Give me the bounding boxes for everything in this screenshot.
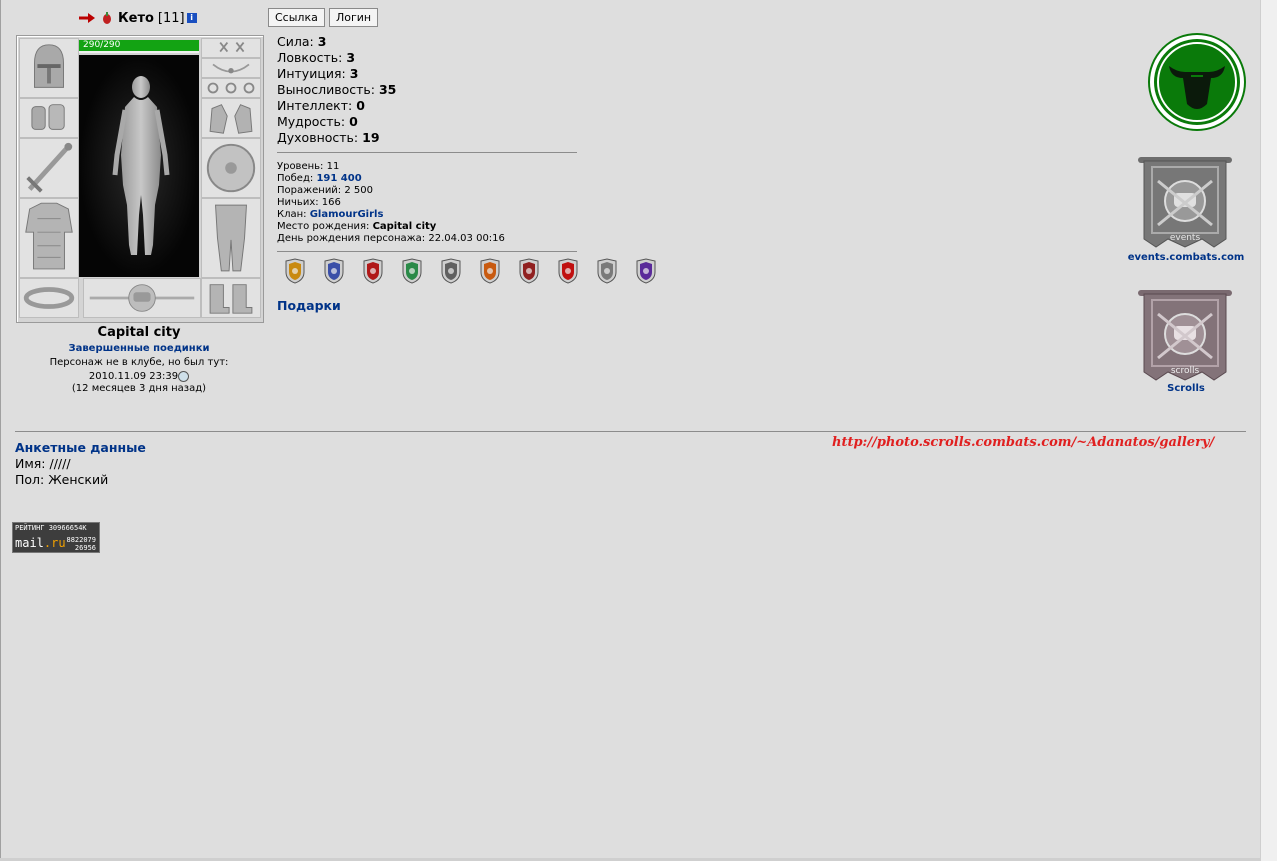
bracers-icon xyxy=(31,104,65,130)
gloves-slot[interactable] xyxy=(201,98,261,138)
leggings-icon xyxy=(215,204,247,272)
gloves-icon xyxy=(209,104,253,134)
stat-wisdom: Мудрость: 0 xyxy=(277,114,358,129)
bull-emblem-icon[interactable] xyxy=(1147,32,1247,132)
badge-icon[interactable] xyxy=(478,258,502,284)
scrollbar-track[interactable] xyxy=(1260,0,1277,861)
mailru-logo: mail.ru xyxy=(15,536,66,550)
info-birthplace: Место рождения: Capital city xyxy=(277,221,437,232)
character-portrait xyxy=(79,55,199,277)
fist-emblem-icon xyxy=(89,284,195,312)
info-birthday: День рождения персонажа: 22.04.03 00:16 xyxy=(277,233,505,244)
scrolls-banner-text: scrolls xyxy=(1171,366,1200,376)
helmet-slot[interactable] xyxy=(19,38,79,98)
login-button[interactable]: Логин xyxy=(329,8,379,27)
last-seen-date: 2010.11.09 23:39 xyxy=(88,371,179,382)
armor-icon xyxy=(25,202,73,270)
character-info: Уровень: 11 Побед: 191 400 Поражений: 2 … xyxy=(277,161,505,245)
amulet-slot[interactable] xyxy=(201,58,261,78)
alignment-icon xyxy=(103,12,111,24)
earrings-icon xyxy=(219,42,245,53)
leggings-slot[interactable] xyxy=(201,198,261,278)
stat-spirituality: Духовность: 19 xyxy=(277,130,380,145)
weapon-slot[interactable] xyxy=(19,138,79,198)
character-city: Capital city xyxy=(97,325,181,340)
gifts-link[interactable]: Подарки xyxy=(277,298,341,313)
stat-endurance: Выносливость: 35 xyxy=(277,82,397,97)
divider xyxy=(15,431,1246,432)
counter-numbers: 8822079 26956 xyxy=(66,536,96,552)
profile-title: Анкетные данные xyxy=(15,440,146,455)
stat-intellect: Интеллект: 0 xyxy=(277,98,365,113)
last-seen-ago: (12 месяцев 3 дня назад) xyxy=(71,383,207,394)
counter-brand-a: mail xyxy=(15,536,44,550)
events-link[interactable]: events.combats.com xyxy=(1110,252,1262,263)
badge-icon[interactable] xyxy=(361,258,385,284)
divider xyxy=(277,251,577,252)
mailru-rating-counter[interactable]: РЕЙТИНГ 30966654К mail.ru 8822079 26956 xyxy=(12,522,100,553)
info-wins: Побед: 191 400 xyxy=(277,173,362,184)
info-level: Уровень: 11 xyxy=(277,161,340,172)
character-nick: Кето xyxy=(118,10,154,26)
amulet-icon xyxy=(212,63,250,74)
profile-name: Имя: ///// xyxy=(15,456,71,471)
belt-slot[interactable] xyxy=(19,278,79,318)
finished-battles-link[interactable]: Завершенные поединки xyxy=(16,343,262,354)
belt-icon xyxy=(23,287,75,309)
stat-strength: Сила: 3 xyxy=(277,34,327,49)
counter-brand-b: .ru xyxy=(43,536,66,550)
gallery-link[interactable]: http://photo.scrolls.combats.com/~Adanat… xyxy=(832,435,1214,450)
page-border-left xyxy=(0,0,1,861)
character-level: [11] xyxy=(157,10,185,26)
stat-agility: Ловкость: 3 xyxy=(277,50,356,65)
clan-link[interactable]: GlamourGirls xyxy=(310,209,384,220)
shield-icon xyxy=(206,143,256,193)
armor-slot[interactable] xyxy=(19,198,79,278)
sword-icon xyxy=(26,142,73,193)
stats-list: Сила: 3 Ловкость: 3 Интуиция: 3 Вынослив… xyxy=(277,34,396,146)
badge-icon[interactable] xyxy=(634,258,658,284)
counter-rating: РЕЙТИНГ 30966654К xyxy=(15,524,87,532)
scrolls-banner-icon[interactable]: scrolls xyxy=(1134,288,1236,384)
info-losses: Поражений: 2 500 xyxy=(277,185,374,196)
mana-bar xyxy=(79,51,199,53)
badge-icon[interactable] xyxy=(283,258,307,284)
stat-intuition: Интуиция: 3 xyxy=(277,66,359,81)
info-icon[interactable]: i xyxy=(186,13,197,23)
character-header: Кето [11] i xyxy=(78,8,197,28)
info-clan: Клан: GlamourGirls xyxy=(277,209,384,220)
scrolls-link[interactable]: Scrolls xyxy=(1110,383,1262,394)
events-banner-text: events xyxy=(1170,233,1201,243)
last-seen: 2010.11.09 23:39 xyxy=(16,371,262,382)
badge-icon[interactable] xyxy=(517,258,541,284)
badge-icon[interactable] xyxy=(439,258,463,284)
shield-slot[interactable] xyxy=(201,138,261,198)
boots-icon xyxy=(209,284,253,314)
profile-sex: Пол: Женский xyxy=(15,472,109,487)
rings-slot[interactable] xyxy=(201,78,261,98)
link-button[interactable]: Ссылка xyxy=(268,8,325,27)
arrow-right-icon[interactable] xyxy=(78,12,96,24)
badge-icon[interactable] xyxy=(322,258,346,284)
badge-icon[interactable] xyxy=(595,258,619,284)
presence-status: Персонаж не в клубе, но был тут: xyxy=(49,357,229,368)
badge-icon[interactable] xyxy=(400,258,424,284)
clock-icon xyxy=(178,371,190,382)
badge-icon[interactable] xyxy=(556,258,580,284)
boots-slot[interactable] xyxy=(201,278,261,318)
earrings-slot[interactable] xyxy=(201,38,261,58)
hp-bar: 290/290 xyxy=(79,40,199,51)
events-banner-icon[interactable]: events xyxy=(1134,155,1236,251)
divider xyxy=(277,152,577,153)
bracers-slot[interactable] xyxy=(19,98,79,138)
female-silhouette-icon xyxy=(112,76,170,255)
rune-slots[interactable] xyxy=(83,278,201,318)
rings-icon xyxy=(207,82,255,94)
helmet-icon xyxy=(34,44,64,88)
info-draws: Ничьих: 166 xyxy=(277,197,341,208)
badges-row xyxy=(283,258,658,284)
wins-link[interactable]: 191 400 xyxy=(316,173,361,184)
